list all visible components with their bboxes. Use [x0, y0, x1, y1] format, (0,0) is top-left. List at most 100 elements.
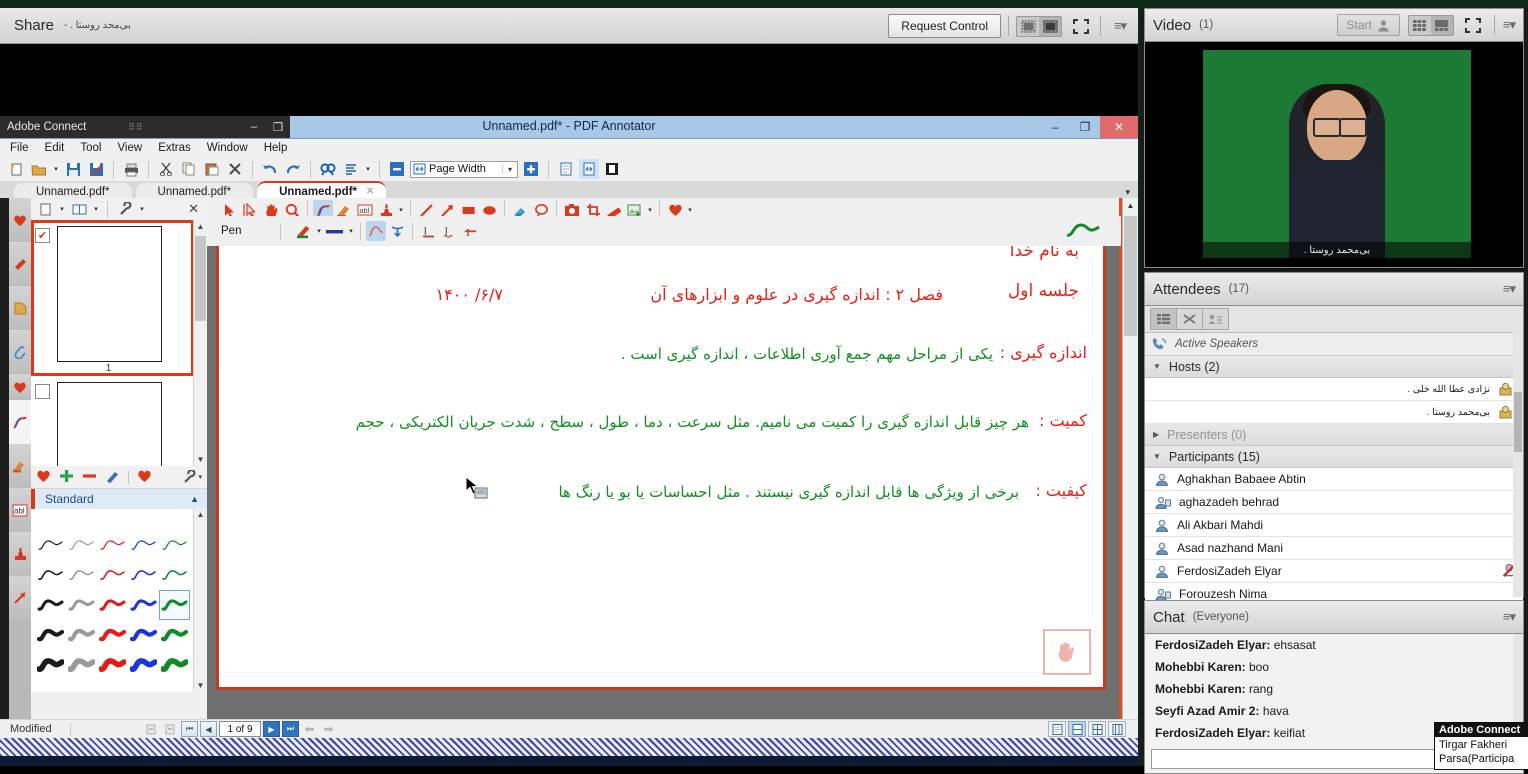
pen-swatch-r2-c5[interactable]	[159, 560, 190, 590]
pressure-sensitivity-icon[interactable]	[387, 221, 407, 241]
pen-swatch-r4-c4[interactable]	[128, 620, 159, 650]
pen-color-dropdown-icon[interactable]: ▾	[315, 221, 323, 241]
scroll-up-icon[interactable]: ▲	[1123, 198, 1138, 213]
single-page-view-icon[interactable]	[556, 159, 576, 179]
menu-view[interactable]: View	[117, 142, 142, 154]
add-page-dropdown-icon[interactable]: ▾	[58, 199, 66, 219]
attendees-group-participants[interactable]: ▼ Participants (15)	[1145, 446, 1523, 468]
scrollbar-thumb[interactable]	[195, 236, 206, 321]
attendee-row-participant-3[interactable]: Ali Akbari Mahdi	[1145, 514, 1523, 537]
edit-pen-icon[interactable]	[105, 469, 120, 486]
fullscreen-icon[interactable]	[1069, 16, 1093, 36]
scroll-up-icon[interactable]: ▲	[194, 508, 207, 521]
squiggly-text-icon[interactable]: I	[439, 221, 459, 241]
attendees-group-presenters[interactable]: ▶ Presenters (0)	[1145, 424, 1523, 446]
scrollbar-thumb[interactable]	[1124, 216, 1137, 336]
thumbnails-list[interactable]: ✔ 1	[31, 220, 194, 466]
paste-icon[interactable]	[202, 159, 222, 179]
attendees-breakout-view-icon[interactable]	[1176, 308, 1203, 330]
video-filmstrip-layout-icon[interactable]	[1430, 15, 1453, 35]
side-tab-favorites2-icon[interactable]	[9, 374, 31, 400]
pen-swatch-r4-c1[interactable]	[35, 620, 66, 650]
toc-icon[interactable]	[341, 159, 361, 179]
side-tab-text-icon[interactable]: abl	[9, 488, 31, 532]
video-grid-layout-icon[interactable]	[1409, 16, 1431, 35]
chat-pod-menu-icon[interactable]: ≡▾	[1503, 609, 1516, 625]
pen-swatch-r2-c4[interactable]	[128, 560, 159, 590]
pen-swatch-r2-c2[interactable]	[66, 560, 97, 590]
chevron-down-icon[interactable]: ▼	[1153, 452, 1161, 461]
favorite-pens-icon[interactable]	[137, 469, 152, 486]
pen-swatch-grid[interactable]	[35, 530, 190, 680]
attendees-pod-menu-icon[interactable]: ≡▾	[1503, 281, 1516, 297]
pen-swatch-r2-c3[interactable]	[97, 560, 128, 590]
thumbnail-page-preview[interactable]	[57, 382, 162, 466]
delete-icon[interactable]	[225, 159, 245, 179]
view-continuous-icon[interactable]	[1068, 721, 1086, 737]
pen-swatch-r5-c4[interactable]	[128, 650, 159, 680]
scroll-down-icon[interactable]: ▼	[194, 453, 207, 466]
pen-swatch-r5-c1[interactable]	[35, 650, 66, 680]
toc-dropdown-icon[interactable]: ▾	[364, 159, 372, 179]
close-tab-icon[interactable]: ✕	[366, 186, 374, 197]
pen-swatch-r2-c1[interactable]	[35, 560, 66, 590]
pen-pane-scrollbar[interactable]: ▲ ▼	[193, 508, 207, 692]
side-tab-pen-icon[interactable]	[9, 400, 31, 444]
side-tab-arrow-icon[interactable]	[9, 576, 31, 620]
chevron-down-icon[interactable]: ▾	[502, 164, 517, 174]
pen-swatch-r4-c5[interactable]	[159, 620, 190, 650]
attendees-scrollbar[interactable]	[1513, 332, 1523, 597]
chevron-down-icon[interactable]: ▼	[1153, 362, 1161, 371]
thumbnails-scrollbar[interactable]: ▲ ▼	[193, 220, 207, 466]
search-icon[interactable]	[318, 159, 338, 179]
pen-swatch-r1-c3[interactable]	[97, 530, 128, 560]
scroll-up-icon[interactable]: ▲	[194, 220, 207, 233]
pen-color-icon[interactable]	[294, 221, 314, 241]
new-document-icon[interactable]	[6, 159, 26, 179]
pa-minimize-button[interactable]: –	[1040, 116, 1070, 138]
pen-width-dropdown-icon[interactable]: ▾	[347, 221, 355, 241]
pen-swatch-r1-c1[interactable]	[35, 530, 66, 560]
side-tab-favorites-icon[interactable]	[9, 198, 31, 242]
menu-window[interactable]: Window	[207, 142, 248, 154]
video-fullscreen-icon[interactable]	[1462, 15, 1486, 35]
view-grid-icon[interactable]	[1108, 721, 1126, 737]
view-single-page-icon[interactable]	[1048, 721, 1066, 737]
share-layout-right-icon[interactable]	[1039, 16, 1061, 36]
thumbnail-item-selected[interactable]: ✔ 1	[31, 220, 194, 376]
page-number-input[interactable]: 1 of 9	[219, 721, 261, 737]
share-layout-left-icon[interactable]	[1017, 17, 1039, 36]
scrollbar-thumb[interactable]	[1514, 392, 1522, 452]
print-icon[interactable]	[121, 159, 141, 179]
video-stream-tile[interactable]: بی‌محمد روستا .	[1203, 50, 1471, 258]
pen-swatch-r1-c5[interactable]	[159, 530, 190, 560]
side-tab-stamp-icon[interactable]	[9, 532, 31, 576]
quick-pen-preview-icon[interactable]	[1065, 219, 1101, 244]
pen-swatch-r3-c2[interactable]	[66, 590, 97, 620]
next-view-icon[interactable]	[162, 722, 179, 736]
menu-file[interactable]: File	[10, 142, 29, 154]
share-layout-toggle[interactable]	[1016, 15, 1062, 37]
close-thumbnails-icon[interactable]: ✕	[188, 201, 203, 217]
thumbnails-settings-dropdown-icon[interactable]: ▾	[138, 199, 146, 219]
add-pen-icon[interactable]	[59, 469, 74, 486]
video-layout-toggle[interactable]	[1407, 14, 1454, 36]
back-history-icon[interactable]: ⬅	[301, 722, 318, 736]
save-as-icon[interactable]	[86, 159, 106, 179]
menu-tool[interactable]: Tool	[80, 142, 101, 154]
side-tab-attachments-icon[interactable]	[9, 330, 31, 374]
attendee-row-participant-2[interactable]: aghazadeh behrad	[1145, 491, 1523, 514]
fit-page-view-icon[interactable]	[579, 159, 599, 179]
add-page-icon[interactable]	[35, 199, 55, 219]
request-control-button[interactable]: Request Control	[888, 14, 1001, 38]
underline-text-icon[interactable]: I	[418, 221, 438, 241]
side-tab-bookmark-icon[interactable]	[9, 242, 31, 286]
chevron-right-icon[interactable]: ▶	[1153, 430, 1159, 439]
side-tab-pages-icon[interactable]	[9, 286, 31, 330]
pen-swatch-r5-c2[interactable]	[66, 650, 97, 680]
attendee-row-participant-5[interactable]: FerdosiZadeh Elyar	[1145, 560, 1523, 583]
menu-extras[interactable]: Extras	[158, 142, 191, 154]
redo-icon[interactable]	[283, 159, 303, 179]
share-pod-menu-icon[interactable]: ≡▾	[1108, 16, 1132, 36]
thumbnail-checkbox[interactable]: ✔	[35, 228, 50, 243]
